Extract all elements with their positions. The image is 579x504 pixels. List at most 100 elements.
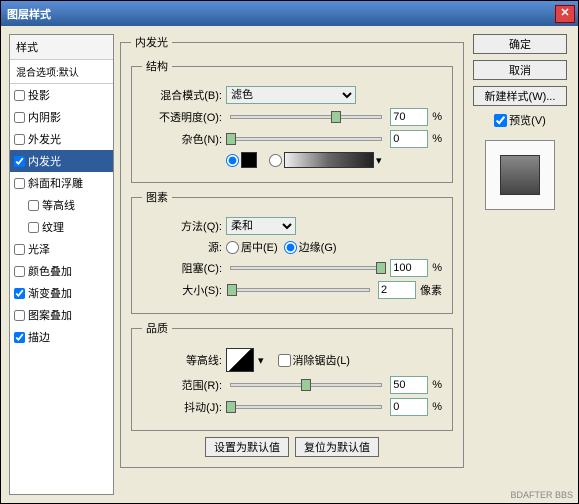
- sidebar-label-8: 颜色叠加: [28, 263, 72, 279]
- blend-mode-select[interactable]: 滤色: [226, 86, 356, 104]
- sidebar-checkbox-4[interactable]: [14, 178, 25, 189]
- preview-swatch: [500, 155, 540, 195]
- opacity-slider[interactable]: [230, 115, 382, 119]
- jitter-input[interactable]: [390, 398, 428, 416]
- sidebar-item-8[interactable]: 颜色叠加: [10, 260, 113, 282]
- reset-default-button[interactable]: 复位为默认值: [295, 437, 379, 457]
- sidebar-item-0[interactable]: 投影: [10, 84, 113, 106]
- sidebar-item-2[interactable]: 外发光: [10, 128, 113, 150]
- make-default-button[interactable]: 设置为默认值: [205, 437, 289, 457]
- sidebar-checkbox-1[interactable]: [14, 112, 25, 123]
- sidebar-label-4: 斜面和浮雕: [28, 175, 83, 191]
- size-unit: 像素: [420, 282, 442, 298]
- sidebar-checkbox-0[interactable]: [14, 90, 25, 101]
- watermark: BDAFTER BBS: [510, 490, 573, 500]
- method-label: 方法(Q):: [142, 218, 222, 234]
- new-style-button[interactable]: 新建样式(W)...: [473, 86, 567, 106]
- choke-input[interactable]: [390, 259, 428, 277]
- titlebar: 图层样式 ✕: [1, 1, 578, 26]
- range-input[interactable]: [390, 376, 428, 394]
- noise-label: 杂色(N):: [142, 131, 222, 147]
- source-edge-radio[interactable]: [284, 241, 297, 254]
- gradient-dropdown-icon[interactable]: ▾: [376, 154, 382, 167]
- choke-label: 阻塞(C):: [142, 260, 222, 276]
- dialog-content: 样式 混合选项:默认 投影内阴影外发光内发光斜面和浮雕等高线纹理光泽颜色叠加渐变…: [1, 26, 578, 503]
- sidebar-item-5[interactable]: 等高线: [10, 194, 113, 216]
- opacity-label: 不透明度(O):: [142, 109, 222, 125]
- inner-glow-fieldset: 内发光 结构 混合模式(B): 滤色 不透明度(O): %: [120, 34, 464, 468]
- size-input[interactable]: [378, 281, 416, 299]
- noise-unit: %: [432, 133, 442, 145]
- sidebar-checkbox-7[interactable]: [14, 244, 25, 255]
- sidebar-label-7: 光泽: [28, 241, 50, 257]
- size-label: 大小(S):: [142, 282, 222, 298]
- elements-fieldset: 图素 方法(Q): 柔和 源: 居中(E) 边缘(G) 阻塞(C):: [131, 189, 453, 314]
- range-unit: %: [432, 379, 442, 391]
- contour-picker[interactable]: [226, 348, 254, 372]
- sidebar-label-1: 内阴影: [28, 109, 61, 125]
- sidebar-checkbox-6[interactable]: [28, 222, 39, 233]
- sidebar-checkbox-10[interactable]: [14, 310, 25, 321]
- opacity-input[interactable]: [390, 108, 428, 126]
- sidebar-item-9[interactable]: 渐变叠加: [10, 282, 113, 304]
- source-center-label: 居中(E): [241, 239, 278, 255]
- antialias-label: 消除锯齿(L): [293, 352, 350, 368]
- sidebar-item-4[interactable]: 斜面和浮雕: [10, 172, 113, 194]
- choke-unit: %: [432, 262, 442, 274]
- cancel-button[interactable]: 取消: [473, 60, 567, 80]
- noise-slider[interactable]: [230, 137, 382, 141]
- sidebar-checkbox-8[interactable]: [14, 266, 25, 277]
- opacity-unit: %: [432, 111, 442, 123]
- contour-label: 等高线:: [142, 352, 222, 368]
- gradient-swatch[interactable]: [284, 152, 374, 168]
- sidebar-label-6: 纹理: [42, 219, 64, 235]
- color-gradient-radio[interactable]: [269, 154, 282, 167]
- main-panel: 内发光 结构 混合模式(B): 滤色 不透明度(O): %: [120, 34, 464, 495]
- antialias-checkbox[interactable]: [278, 354, 291, 367]
- sidebar-header: 样式: [10, 35, 113, 60]
- close-button[interactable]: ✕: [555, 5, 575, 23]
- sidebar-label-9: 渐变叠加: [28, 285, 72, 301]
- sidebar-item-6[interactable]: 纹理: [10, 216, 113, 238]
- sidebar-item-11[interactable]: 描边: [10, 326, 113, 348]
- source-center-radio[interactable]: [226, 241, 239, 254]
- sidebar-default-item[interactable]: 混合选项:默认: [10, 60, 113, 84]
- sidebar-label-10: 图案叠加: [28, 307, 72, 323]
- sidebar-checkbox-5[interactable]: [28, 200, 39, 211]
- quality-legend: 品质: [142, 320, 172, 336]
- source-label: 源:: [142, 239, 222, 255]
- preview-box: [485, 140, 555, 210]
- sidebar-item-3[interactable]: 内发光: [10, 150, 113, 172]
- layer-style-dialog: 图层样式 ✕ 样式 混合选项:默认 投影内阴影外发光内发光斜面和浮雕等高线纹理光…: [0, 0, 579, 504]
- sidebar-label-0: 投影: [28, 87, 50, 103]
- color-solid-radio[interactable]: [226, 154, 239, 167]
- jitter-slider[interactable]: [230, 405, 382, 409]
- sidebar-label-11: 描边: [28, 329, 50, 345]
- panel-title: 内发光: [131, 34, 172, 50]
- choke-slider[interactable]: [230, 266, 382, 270]
- ok-button[interactable]: 确定: [473, 34, 567, 54]
- sidebar-checkbox-11[interactable]: [14, 332, 25, 343]
- sidebar-item-7[interactable]: 光泽: [10, 238, 113, 260]
- color-swatch[interactable]: [241, 152, 257, 168]
- sidebar-checkbox-9[interactable]: [14, 288, 25, 299]
- size-slider[interactable]: [230, 288, 370, 292]
- sidebar-checkbox-3[interactable]: [14, 156, 25, 167]
- sidebar-label-5: 等高线: [42, 197, 75, 213]
- sidebar-item-10[interactable]: 图案叠加: [10, 304, 113, 326]
- sidebar-checkbox-2[interactable]: [14, 134, 25, 145]
- dialog-title: 图层样式: [7, 6, 51, 22]
- preview-label: 预览(V): [509, 112, 546, 128]
- range-label: 范围(R):: [142, 377, 222, 393]
- preview-checkbox[interactable]: [494, 114, 507, 127]
- sidebar-item-1[interactable]: 内阴影: [10, 106, 113, 128]
- source-edge-label: 边缘(G): [299, 239, 337, 255]
- method-select[interactable]: 柔和: [226, 217, 296, 235]
- structure-fieldset: 结构 混合模式(B): 滤色 不透明度(O): % 杂色(N):: [131, 58, 453, 183]
- blend-mode-label: 混合模式(B):: [142, 87, 222, 103]
- jitter-label: 抖动(J):: [142, 399, 222, 415]
- quality-fieldset: 品质 等高线: ▾ 消除锯齿(L) 范围(R): % 抖动(J):: [131, 320, 453, 431]
- contour-dropdown-icon[interactable]: ▾: [258, 354, 264, 367]
- noise-input[interactable]: [390, 130, 428, 148]
- range-slider[interactable]: [230, 383, 382, 387]
